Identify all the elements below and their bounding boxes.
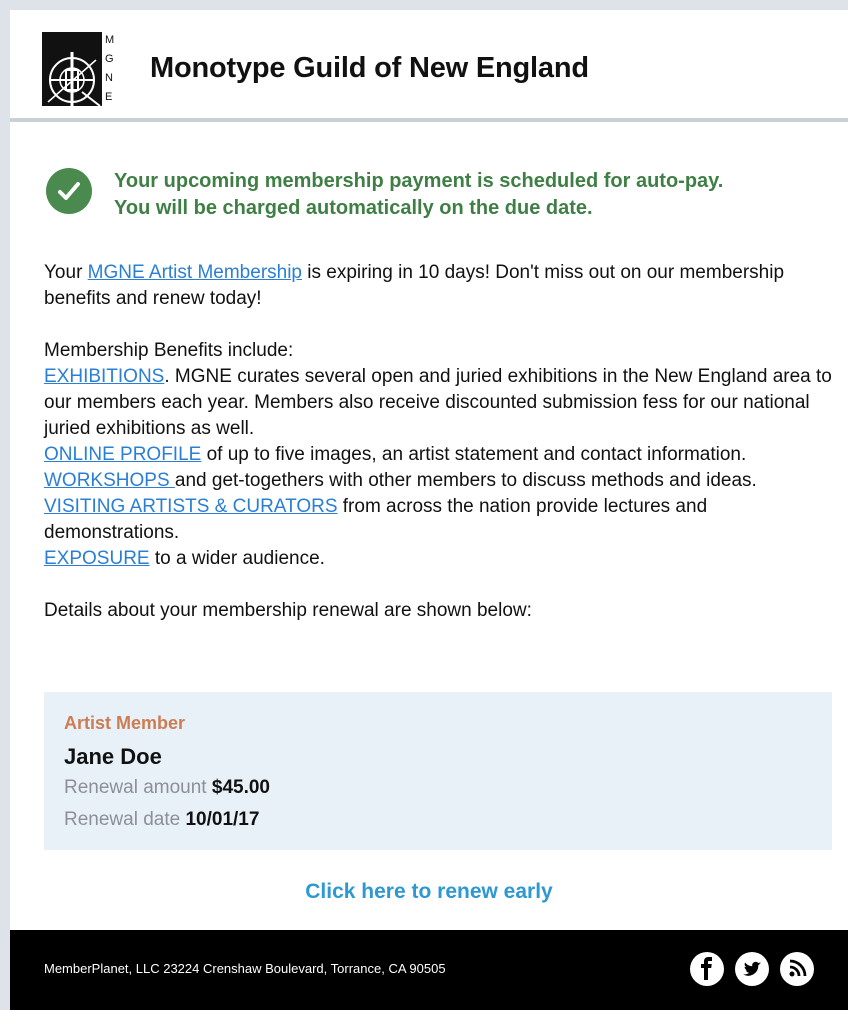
svg-text:G: G <box>105 53 114 65</box>
email-header: M G N E Monotype Guild of New England <box>10 10 848 122</box>
visiting-artists-link[interactable]: VISITING ARTISTS & CURATORS <box>44 496 338 517</box>
mgne-logo: M G N E <box>42 30 118 108</box>
email-footer: MemberPlanet, LLC 23224 Crenshaw Bouleva… <box>10 930 848 1010</box>
svg-text:E: E <box>105 91 112 103</box>
intro-paragraph: Your MGNE Artist Membership is expiring … <box>44 262 785 309</box>
svg-text:N: N <box>105 72 113 84</box>
member-name: Jane Doe <box>64 744 162 769</box>
footer-address: MemberPlanet, LLC 23224 Crenshaw Bouleva… <box>44 961 446 976</box>
membership-type: Artist Member <box>64 713 186 733</box>
renewal-amount: Renewal amount $45.00 <box>64 777 270 798</box>
workshops-link[interactable]: WORKSHOPS <box>44 470 175 491</box>
facebook-icon[interactable] <box>690 952 724 986</box>
email-frame: M G N E Monotype Guild of New England Yo… <box>10 10 848 1010</box>
benefit-item: EXPOSURE to a wider audience. <box>44 548 325 569</box>
renew-early-link[interactable]: Click here to renew early <box>10 880 848 904</box>
svg-text:M: M <box>105 34 114 46</box>
twitter-icon[interactable] <box>735 952 769 986</box>
alert-line-2: You will be charged automatically on the… <box>114 197 593 219</box>
exhibitions-link[interactable]: EXHIBITIONS <box>44 366 164 387</box>
email-body: Your MGNE Artist Membership is expiring … <box>44 260 844 650</box>
rss-icon[interactable] <box>780 952 814 986</box>
benefit-item: ONLINE PROFILE of up to five images, an … <box>44 444 747 465</box>
check-circle-icon <box>46 168 92 214</box>
exposure-link[interactable]: EXPOSURE <box>44 548 150 569</box>
details-text: Details about your membership renewal ar… <box>44 600 532 621</box>
org-name: Monotype Guild of New England <box>150 52 589 84</box>
renewal-details-box: Artist Member Jane Doe Renewal amount $4… <box>44 692 832 850</box>
online-profile-link[interactable]: ONLINE PROFILE <box>44 444 201 465</box>
benefits-heading: Membership Benefits include: <box>44 340 294 361</box>
benefit-item: WORKSHOPS and get-togethers with other m… <box>44 470 757 491</box>
autopay-alert: Your upcoming membership payment is sche… <box>114 168 834 222</box>
benefit-item: EXHIBITIONS. MGNE curates several open a… <box>44 366 832 439</box>
benefits-section: Membership Benefits include: EXHIBITIONS… <box>44 338 844 572</box>
benefit-item: VISITING ARTISTS & CURATORS from across … <box>44 496 708 543</box>
renewal-date: Renewal date 10/01/17 <box>64 809 260 830</box>
membership-link[interactable]: MGNE Artist Membership <box>88 262 302 283</box>
alert-line-1: Your upcoming membership payment is sche… <box>114 170 724 192</box>
